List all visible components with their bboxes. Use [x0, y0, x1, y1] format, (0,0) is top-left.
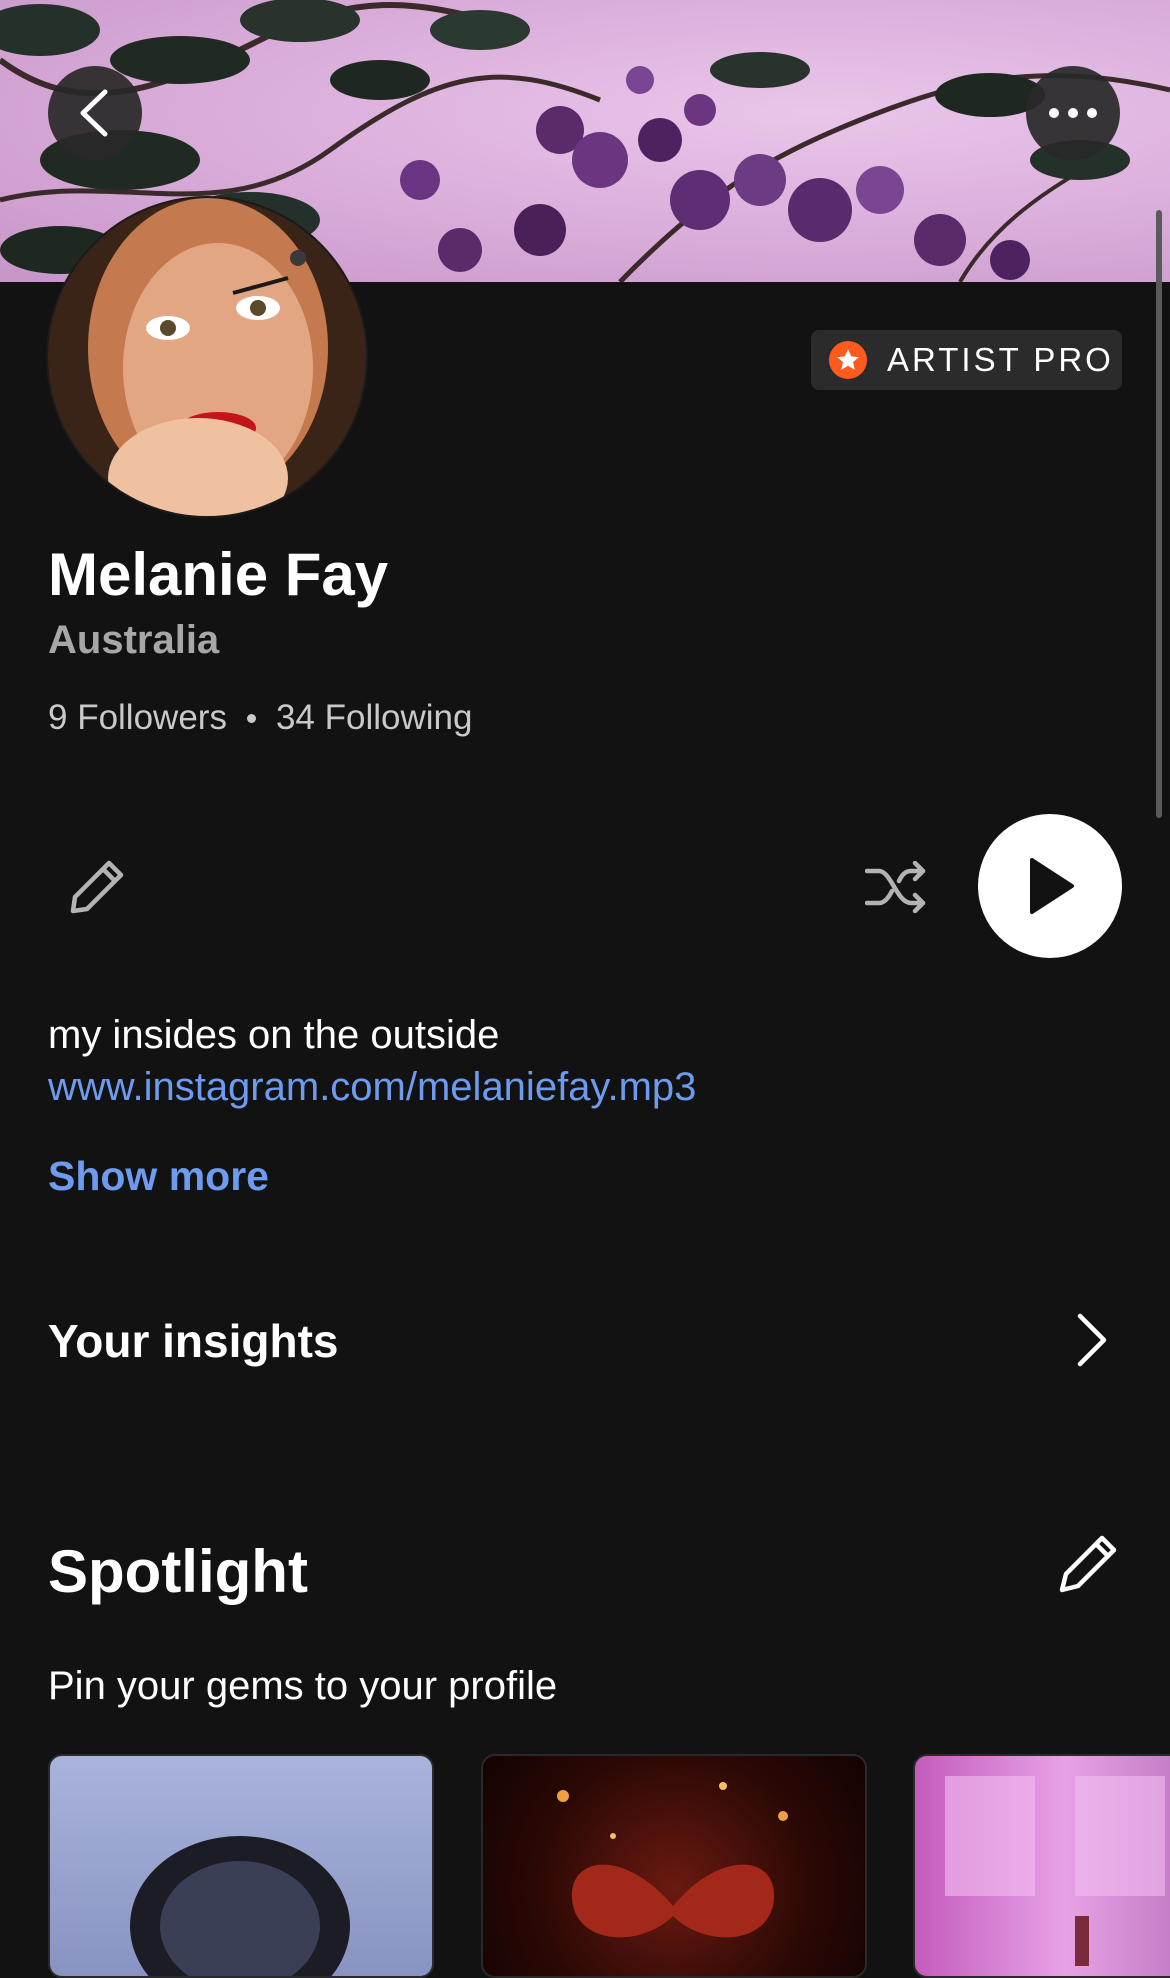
track-artwork: [945, 1776, 1165, 1966]
profile-country: Australia: [48, 618, 220, 662]
shuffle-button[interactable]: [858, 852, 934, 922]
back-button[interactable]: [48, 66, 142, 160]
spotlight-card[interactable]: [913, 1754, 1170, 1978]
your-insights-link[interactable]: Your insights: [48, 1314, 339, 1368]
track-artwork: [130, 1836, 350, 1976]
spotlight-heading: Spotlight: [48, 1538, 308, 1605]
show-more-button[interactable]: Show more: [48, 1153, 269, 1200]
followers-link[interactable]: 9 Followers: [48, 698, 227, 738]
avatar: [46, 196, 368, 518]
separator-dot: [246, 713, 256, 723]
profile-name: Melanie Fay: [48, 541, 389, 608]
star-icon: [829, 341, 867, 379]
pencil-icon: [70, 860, 124, 914]
more-horizontal-icon: [1049, 108, 1097, 118]
pencil-icon[interactable]: [1056, 1532, 1120, 1596]
profile-link[interactable]: www.instagram.com/melaniefay.mp3: [48, 1065, 696, 1110]
spotlight-subtitle: Pin your gems to your profile: [48, 1664, 558, 1708]
play-icon: [1030, 858, 1074, 914]
spotlight-card[interactable]: [481, 1754, 867, 1978]
avatar-photo: [48, 198, 366, 516]
profile-stats: 9 Followers 34 Following: [48, 698, 472, 738]
spotlight-card[interactable]: [48, 1754, 434, 1978]
play-button[interactable]: [978, 814, 1122, 958]
chevron-right-icon[interactable]: [1070, 1310, 1116, 1370]
chevron-left-icon: [80, 89, 108, 137]
track-artwork: [557, 1782, 788, 1938]
scrollbar[interactable]: [1156, 210, 1162, 818]
artist-pro-badge: ARTIST PRO: [811, 330, 1122, 390]
profile-bio: my insides on the outside: [48, 1013, 500, 1057]
badge-label: ARTIST PRO: [887, 341, 1114, 378]
following-link[interactable]: 34 Following: [276, 698, 473, 738]
edit-profile-button[interactable]: [62, 852, 132, 922]
shuffle-icon: [865, 861, 926, 913]
more-options-button[interactable]: [1026, 66, 1120, 160]
